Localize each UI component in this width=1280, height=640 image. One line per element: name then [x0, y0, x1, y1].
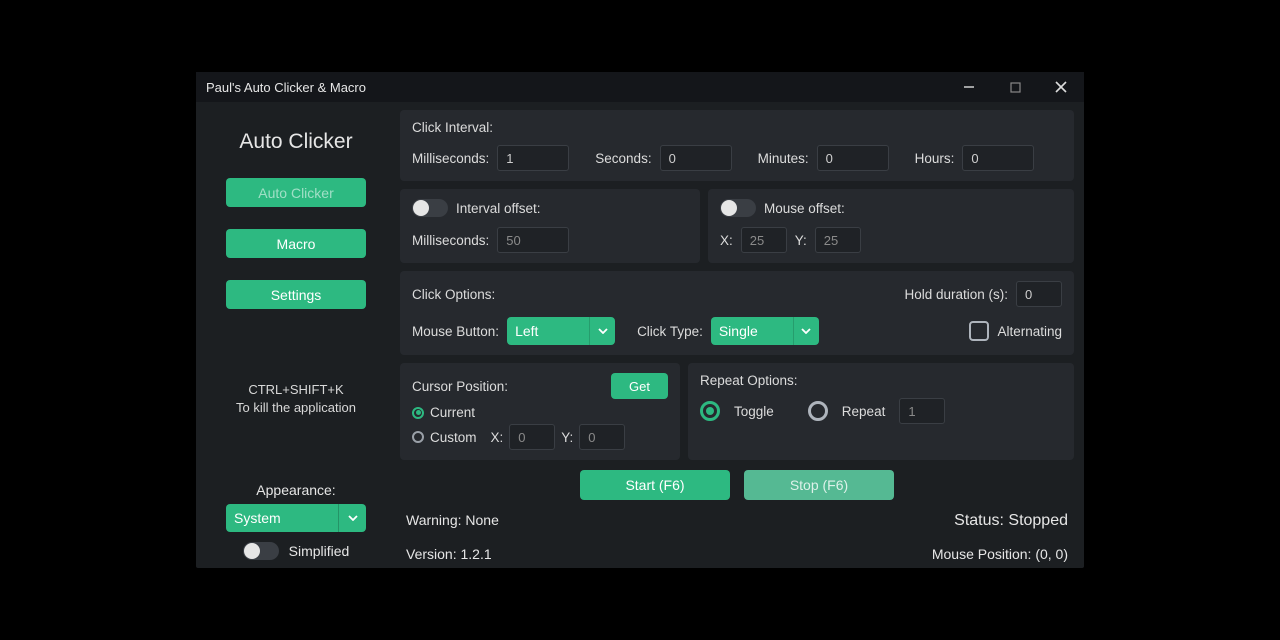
nav-auto-clicker[interactable]: Auto Clicker	[226, 178, 366, 207]
kill-desc: To kill the application	[236, 399, 356, 417]
kill-hint: CTRL+SHIFT+K To kill the application	[236, 381, 356, 417]
ms-label: Milliseconds:	[412, 151, 489, 166]
offset-ms-input[interactable]	[497, 227, 569, 253]
min-label: Minutes:	[758, 151, 809, 166]
version-text: Version: 1.2.1	[406, 546, 499, 562]
page-title: Auto Clicker	[239, 130, 352, 154]
ms-input[interactable]	[497, 145, 569, 171]
sec-input[interactable]	[660, 145, 732, 171]
mouse-x-input[interactable]	[741, 227, 787, 253]
start-button[interactable]: Start (F6)	[580, 470, 730, 500]
nav-settings[interactable]: Settings	[226, 280, 366, 309]
mouse-y-label: Y:	[795, 233, 807, 248]
cursor-current-label: Current	[430, 405, 475, 420]
hold-label: Hold duration (s):	[904, 287, 1008, 302]
mouse-x-label: X:	[720, 233, 733, 248]
kill-shortcut: CTRL+SHIFT+K	[236, 381, 356, 399]
cursor-current-radio[interactable]	[412, 407, 424, 419]
nav-macro[interactable]: Macro	[226, 229, 366, 258]
repeat-toggle-radio[interactable]	[700, 401, 720, 421]
hrs-input[interactable]	[962, 145, 1034, 171]
alternating-checkbox[interactable]	[969, 321, 989, 341]
mouse-button-select[interactable]: Left	[507, 317, 615, 345]
minimize-icon	[963, 81, 975, 93]
cursor-position-panel: Cursor Position: Get Current Custom X:	[400, 363, 680, 460]
click-options-panel: Click Options: Hold duration (s): Mouse …	[400, 271, 1074, 355]
sec-label: Seconds:	[595, 151, 651, 166]
cursor-x-input[interactable]	[509, 424, 555, 450]
cursor-x-label: X:	[491, 430, 504, 445]
appearance-select[interactable]: System	[226, 504, 366, 532]
mouse-offset-panel: Mouse offset: X: Y:	[708, 189, 1074, 263]
cursor-custom-radio[interactable]	[412, 431, 424, 443]
cursor-y-input[interactable]	[579, 424, 625, 450]
alternating-label: Alternating	[997, 324, 1062, 339]
repeat-toggle-label: Toggle	[734, 404, 774, 419]
mouse-offset-label: Mouse offset:	[764, 201, 845, 216]
click-type-label: Click Type:	[637, 324, 703, 339]
mouse-position-text: Mouse Position: (0, 0)	[932, 546, 1068, 562]
footer: Warning: None Version: 1.2.1 Status: Sto…	[400, 508, 1074, 562]
repeat-repeat-label: Repeat	[842, 404, 886, 419]
mouse-y-input[interactable]	[815, 227, 861, 253]
action-row: Start (F6) Stop (F6)	[400, 470, 1074, 500]
close-button[interactable]	[1038, 72, 1084, 102]
mouse-offset-toggle[interactable]	[720, 199, 756, 217]
get-position-button[interactable]: Get	[611, 373, 668, 399]
simplified-toggle[interactable]	[243, 542, 279, 560]
status-text: Status: Stopped	[932, 512, 1068, 530]
repeat-title: Repeat Options:	[700, 373, 1062, 388]
title-bar: Paul's Auto Clicker & Macro	[196, 72, 1084, 102]
cursor-custom-label: Custom	[430, 430, 477, 445]
mouse-button-label: Mouse Button:	[412, 324, 499, 339]
window-title: Paul's Auto Clicker & Macro	[206, 80, 366, 95]
click-options-title: Click Options:	[412, 287, 495, 302]
maximize-icon	[1010, 82, 1021, 93]
repeat-repeat-radio[interactable]	[808, 401, 828, 421]
offset-ms-label: Milliseconds:	[412, 233, 489, 248]
cursor-title: Cursor Position:	[412, 379, 508, 394]
mouse-button-value: Left	[515, 323, 538, 339]
appearance-value: System	[234, 510, 281, 526]
close-icon	[1055, 81, 1067, 93]
chevron-down-icon	[589, 317, 615, 345]
interval-offset-toggle[interactable]	[412, 199, 448, 217]
interval-offset-panel: Interval offset: Milliseconds:	[400, 189, 700, 263]
main-content: Click Interval: Milliseconds: Seconds: M…	[396, 102, 1084, 568]
appearance-label: Appearance:	[256, 482, 335, 498]
maximize-button[interactable]	[992, 72, 1038, 102]
click-interval-panel: Click Interval: Milliseconds: Seconds: M…	[400, 110, 1074, 181]
interval-offset-label: Interval offset:	[456, 201, 541, 216]
click-interval-title: Click Interval:	[412, 120, 1062, 135]
warning-text: Warning: None	[406, 512, 499, 528]
click-type-select[interactable]: Single	[711, 317, 819, 345]
chevron-down-icon	[338, 504, 366, 532]
app-window: Paul's Auto Clicker & Macro Auto Clicker…	[196, 72, 1084, 568]
hrs-label: Hours:	[915, 151, 955, 166]
hold-input[interactable]	[1016, 281, 1062, 307]
chevron-down-icon	[793, 317, 819, 345]
repeat-options-panel: Repeat Options: Toggle Repeat	[688, 363, 1074, 460]
sidebar: Auto Clicker Auto Clicker Macro Settings…	[196, 102, 396, 568]
stop-button[interactable]: Stop (F6)	[744, 470, 894, 500]
cursor-y-label: Y:	[561, 430, 573, 445]
click-type-value: Single	[719, 323, 758, 339]
repeat-count-input[interactable]	[899, 398, 945, 424]
minimize-button[interactable]	[946, 72, 992, 102]
simplified-label: Simplified	[289, 543, 350, 559]
min-input[interactable]	[817, 145, 889, 171]
